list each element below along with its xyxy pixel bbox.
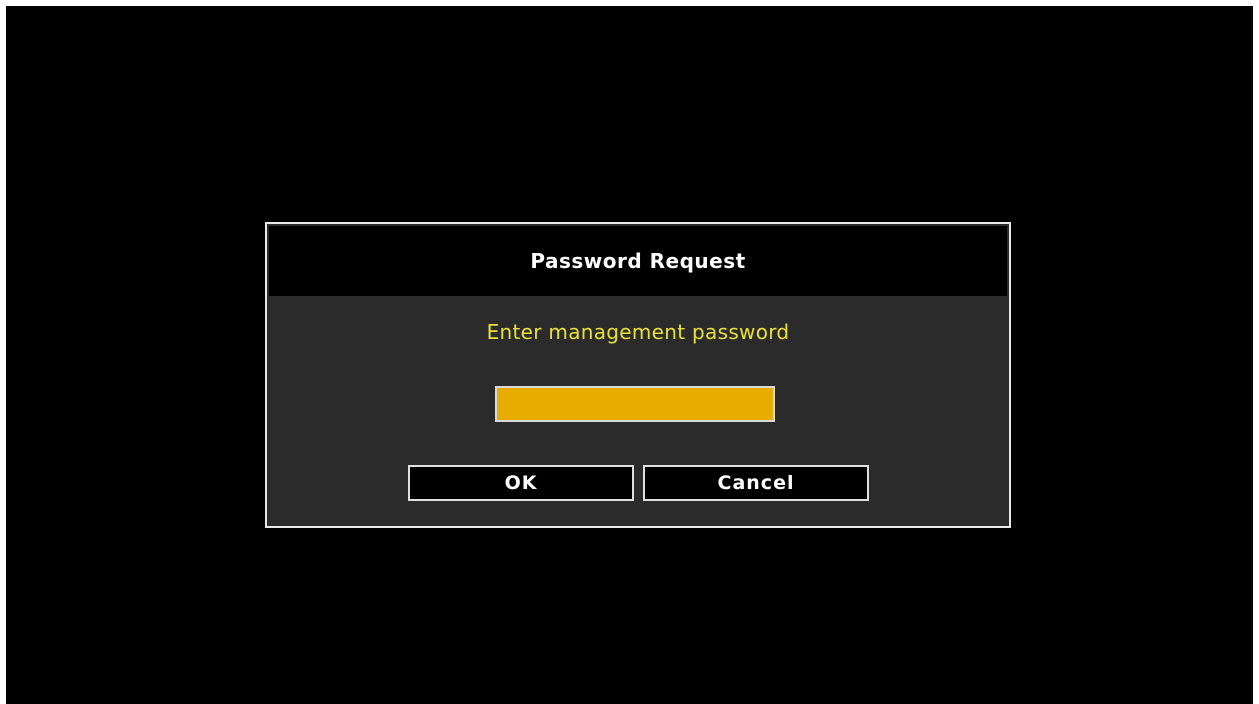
password-field[interactable] bbox=[495, 386, 775, 422]
tv-screen: Password Request Enter management passwo… bbox=[6, 6, 1253, 704]
dialog-header: Password Request bbox=[269, 226, 1007, 296]
ok-button[interactable]: OK bbox=[408, 465, 634, 501]
dialog-title: Password Request bbox=[530, 249, 746, 273]
password-request-dialog: Password Request Enter management passwo… bbox=[265, 222, 1011, 528]
cancel-button[interactable]: Cancel bbox=[643, 465, 869, 501]
password-prompt: Enter management password bbox=[486, 320, 790, 344]
